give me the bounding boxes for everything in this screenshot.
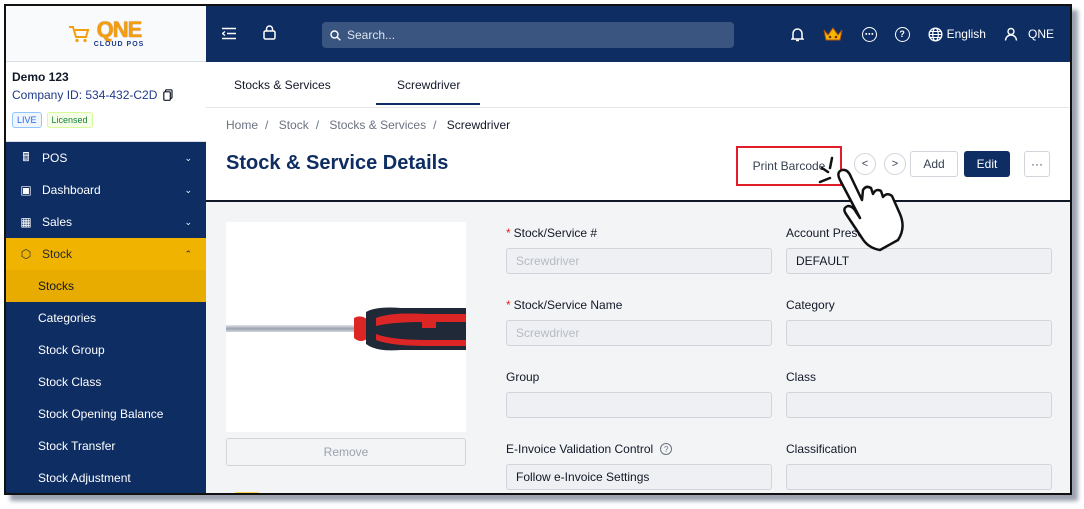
- company-id-text: Company ID: 534-432-C2D: [12, 88, 158, 102]
- sidebar-item-label: Sales: [42, 215, 73, 229]
- page-title: Stock & Service Details: [226, 152, 449, 174]
- chat-icon[interactable]: ⋯: [861, 26, 877, 42]
- qne-logo: QNE CLOUD POS: [68, 19, 145, 48]
- einvoice-label-text: E-Invoice Validation Control: [506, 442, 654, 456]
- category-field[interactable]: [786, 320, 1052, 346]
- tab-stocks-services[interactable]: Stocks & Services: [234, 78, 331, 92]
- stock-name-label: * Stock/Service Name: [506, 298, 622, 312]
- required-asterisk: *: [506, 298, 511, 312]
- crown-icon[interactable]: [822, 26, 844, 42]
- globe-icon: [928, 26, 943, 42]
- stock-box-icon: ⬡: [20, 247, 32, 261]
- dashboard-icon: ▣: [20, 183, 32, 197]
- classification-field[interactable]: [786, 464, 1052, 490]
- stock-no-field[interactable]: Screwdriver: [506, 248, 772, 274]
- group-field[interactable]: [506, 392, 772, 418]
- search-icon: [330, 29, 341, 41]
- sidebar-subitem-stock-transfer[interactable]: Stock Transfer: [6, 430, 206, 462]
- live-badge: LIVE: [12, 112, 42, 128]
- sidebar-subitem-stock-adjustment[interactable]: Stock Adjustment: [6, 462, 206, 493]
- chevron-up-icon: ⌃: [184, 248, 192, 259]
- remove-image-button[interactable]: Remove: [226, 438, 466, 466]
- sidebar-subitem-stocks[interactable]: Stocks: [6, 270, 206, 302]
- breadcrumb-stocks-services[interactable]: Stocks & Services: [329, 118, 426, 132]
- chevron-down-icon: ⌄: [184, 184, 192, 195]
- sidebar-subitem-stock-group[interactable]: Stock Group: [6, 334, 206, 366]
- copy-icon[interactable]: [163, 89, 174, 101]
- chevron-down-icon: ⌄: [184, 216, 192, 227]
- lock-icon[interactable]: [263, 25, 276, 40]
- sidebar-item-pos[interactable]: 🖩 POS ⌄: [6, 142, 206, 174]
- sidebar-item-sales[interactable]: ▦ Sales ⌄: [6, 206, 206, 238]
- help-icon[interactable]: ?: [894, 26, 910, 42]
- partial-badge: [234, 492, 260, 493]
- category-label: Category: [786, 298, 835, 312]
- licensed-badge: Licensed: [46, 112, 93, 128]
- company-info: Demo 123 Company ID: 534-432-C2D LIVE Li…: [6, 62, 206, 142]
- sidebar-subitem-stock-opening-balance[interactable]: Stock Opening Balance: [6, 398, 206, 430]
- chevron-down-icon: ⌄: [184, 152, 192, 163]
- bell-icon[interactable]: [790, 27, 804, 42]
- language-selector[interactable]: English: [928, 26, 986, 42]
- sidebar-item-label: Dashboard: [42, 183, 101, 197]
- cart-icon: [68, 25, 90, 42]
- tab-screwdriver[interactable]: Screwdriver: [397, 78, 460, 92]
- menu-collapse-icon[interactable]: [222, 27, 236, 40]
- stock-name-label-text: Stock/Service Name: [513, 298, 623, 312]
- breadcrumb: Home / Stock / Stocks & Services / Screwdri…: [226, 118, 511, 132]
- sales-icon: ▦: [20, 215, 32, 229]
- required-asterisk: *: [506, 226, 511, 240]
- app-window: QNE CLOUD POS Demo 123 Company ID: 534-4…: [4, 4, 1072, 495]
- sidebar-subitem-categories[interactable]: Categories: [6, 302, 206, 334]
- class-label: Class: [786, 370, 817, 384]
- company-name: Demo 123: [12, 70, 69, 84]
- language-label: English: [946, 27, 986, 41]
- sidebar-item-stock[interactable]: ⬡ Stock ⌃: [6, 238, 206, 270]
- edit-button[interactable]: Edit: [964, 151, 1010, 177]
- search-placeholder: Search...: [347, 28, 396, 42]
- breadcrumb-home[interactable]: Home: [226, 118, 258, 132]
- more-options-button[interactable]: ···: [1024, 151, 1050, 177]
- user-icon: [1004, 27, 1018, 41]
- sidebar-item-dashboard[interactable]: ▣ Dashboard ⌄: [6, 174, 206, 206]
- stock-no-label-text: Stock/Service #: [513, 226, 598, 240]
- pointing-hand-icon: [818, 156, 904, 252]
- topbar: Search... ⋯ ? English QNE: [206, 6, 1070, 62]
- logo-main-text: QNE: [96, 17, 143, 42]
- active-tab-indicator: [376, 103, 480, 105]
- breadcrumb-current: Screwdriver: [446, 118, 511, 132]
- company-id: Company ID: 534-432-C2D: [12, 88, 200, 102]
- stock-name-field[interactable]: Screwdriver: [506, 320, 772, 346]
- logo-sub-text: CLOUD POS: [93, 41, 145, 48]
- user-menu[interactable]: QNE: [1004, 27, 1054, 41]
- tab-bar: Stocks & Services Screwdriver: [206, 62, 1070, 108]
- group-label: Group: [506, 370, 540, 384]
- class-field[interactable]: [786, 392, 1052, 418]
- einvoice-label: E-Invoice Validation Control ?: [506, 442, 673, 456]
- user-label: QNE: [1027, 27, 1054, 41]
- sidebar-subitem-stock-class[interactable]: Stock Class: [6, 366, 206, 398]
- breadcrumb-stock[interactable]: Stock: [279, 118, 309, 132]
- question-circle-icon[interactable]: ?: [660, 443, 673, 455]
- sidebar: QNE CLOUD POS Demo 123 Company ID: 534-4…: [6, 6, 206, 493]
- screwdriver-image: [226, 307, 466, 351]
- stock-no-label: * Stock/Service #: [506, 226, 597, 240]
- search-input[interactable]: Search...: [322, 22, 734, 48]
- sidebar-item-label: POS: [42, 151, 68, 165]
- product-image-box[interactable]: [226, 222, 466, 432]
- sidebar-item-label: Stock: [42, 247, 73, 261]
- pos-icon: 🖩: [22, 149, 30, 164]
- brand-area[interactable]: QNE CLOUD POS: [6, 6, 206, 62]
- classification-label: Classification: [786, 442, 857, 456]
- einvoice-field[interactable]: Follow e-Invoice Settings: [506, 464, 772, 490]
